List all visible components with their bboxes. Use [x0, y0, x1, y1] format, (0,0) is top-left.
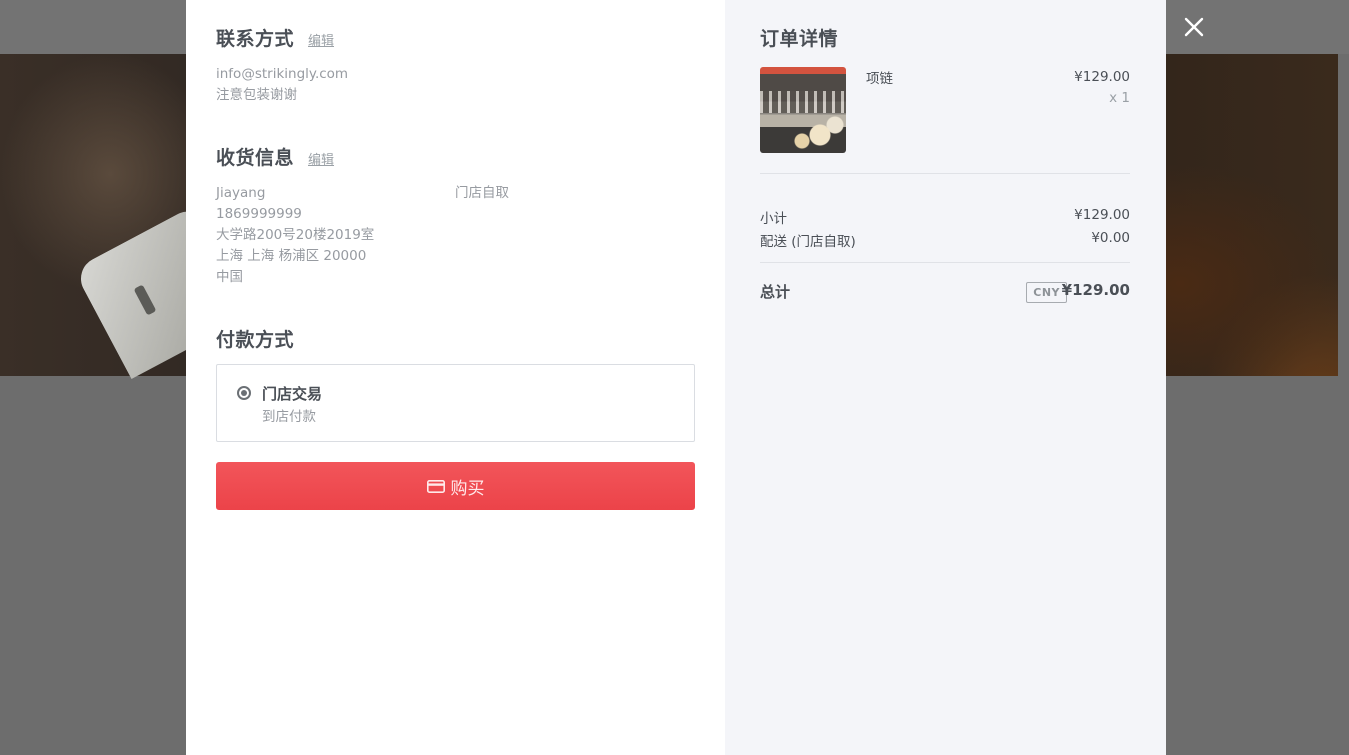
buy-button-label: 购买 — [450, 478, 485, 499]
shipping-edit-link[interactable]: 编辑 — [308, 149, 334, 168]
payment-option-title: 门店交易 — [262, 385, 323, 403]
shipping-fee-label: 配送 (门店自取) — [760, 234, 856, 250]
total-value: ¥129.00 — [1061, 281, 1130, 299]
total-divider — [760, 262, 1130, 263]
product-price: ¥129.00 — [1074, 69, 1130, 85]
total-label: 总计 — [760, 283, 791, 301]
product-name: 项链 — [866, 71, 893, 87]
contact-note: 注意包装谢谢 — [216, 87, 297, 103]
shipping-name: Jiayang — [216, 185, 266, 201]
payment-section-title: 付款方式 — [216, 329, 295, 351]
shipping-address: 大学路200号20楼2019室 — [216, 227, 375, 243]
subtotal-value: ¥129.00 — [1074, 207, 1130, 223]
checkout-form-panel: 联系方式 编辑 info@strikingly.com 注意包装谢谢 收货信息 … — [186, 0, 725, 755]
order-summary-panel: 订单详情 项链 ¥129.00 x 1 小计 ¥129.00 配送 (门店自取)… — [725, 0, 1166, 755]
credit-card-icon — [426, 479, 445, 493]
product-quantity: x 1 — [1109, 90, 1130, 106]
buy-button[interactable]: 购买 — [216, 462, 695, 510]
summary-divider — [760, 173, 1130, 174]
shipping-phone: 1869999999 — [216, 206, 302, 222]
payment-option-description: 到店付款 — [262, 409, 316, 425]
checkout-modal: 联系方式 编辑 info@strikingly.com 注意包装谢谢 收货信息 … — [186, 0, 1166, 755]
shipping-method: 门店自取 — [455, 185, 509, 201]
close-icon[interactable] — [1183, 16, 1205, 38]
contact-edit-link[interactable]: 编辑 — [308, 30, 334, 49]
shipping-section-title: 收货信息 — [216, 147, 295, 169]
product-thumbnail — [760, 67, 846, 153]
shipping-fee-value: ¥0.00 — [1091, 230, 1130, 246]
subtotal-label: 小计 — [760, 211, 787, 227]
order-section-title: 订单详情 — [760, 28, 839, 50]
shipping-country: 中国 — [216, 269, 243, 285]
contact-section-title: 联系方式 — [216, 28, 295, 50]
payment-radio-button[interactable] — [237, 386, 251, 400]
product-thumbnail-detail — [760, 91, 846, 113]
contact-email: info@strikingly.com — [216, 66, 349, 82]
shipping-city: 上海 上海 杨浦区 20000 — [216, 248, 367, 264]
payment-option-in-store[interactable]: 门店交易 到店付款 — [216, 364, 695, 442]
